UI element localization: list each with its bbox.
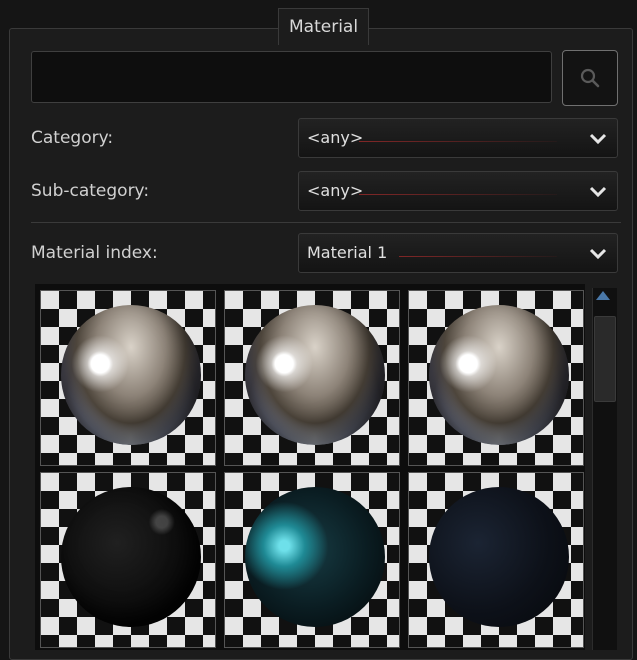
category-dropdown[interactable]: <any> xyxy=(298,118,618,158)
chrome-sphere-preview xyxy=(245,305,385,445)
material-thumbnail[interactable] xyxy=(224,472,400,648)
material-thumbnail[interactable] xyxy=(40,290,216,466)
sub-category-value: <any> xyxy=(307,181,364,200)
chevron-down-icon xyxy=(589,133,607,145)
dropdown-accent-line xyxy=(359,194,557,195)
chevron-down-icon xyxy=(589,248,607,260)
dropdown-accent-line xyxy=(399,256,557,257)
sub-category-label: Sub-category: xyxy=(31,181,150,201)
material-index-dropdown[interactable]: Material 1 xyxy=(298,233,618,273)
chrome-sphere-preview xyxy=(429,305,569,445)
section-divider xyxy=(31,222,621,223)
category-label: Category: xyxy=(31,128,114,148)
tab-material[interactable]: Material xyxy=(278,8,370,45)
dropdown-accent-line xyxy=(359,141,557,142)
material-thumbnail[interactable] xyxy=(408,290,584,466)
material-thumbnail[interactable] xyxy=(408,472,584,648)
teal-sphere-preview xyxy=(245,487,385,627)
search-icon xyxy=(580,68,600,88)
material-grid xyxy=(35,284,585,650)
search-button[interactable] xyxy=(562,50,618,106)
sub-category-dropdown[interactable]: <any> xyxy=(298,171,618,211)
scrollbar-thumb[interactable] xyxy=(594,316,616,402)
material-thumbnail[interactable] xyxy=(224,290,400,466)
material-index-value: Material 1 xyxy=(307,243,388,262)
material-index-label: Material index: xyxy=(31,243,158,263)
search-input[interactable] xyxy=(31,51,552,103)
navy-sphere-preview xyxy=(429,487,569,627)
chevron-down-icon xyxy=(589,186,607,198)
dark-glossy-sphere-preview xyxy=(61,487,201,627)
category-value: <any> xyxy=(307,128,364,147)
material-thumbnail[interactable] xyxy=(40,472,216,648)
chrome-sphere-preview xyxy=(61,305,201,445)
scroll-up-arrow-icon[interactable] xyxy=(596,291,610,300)
